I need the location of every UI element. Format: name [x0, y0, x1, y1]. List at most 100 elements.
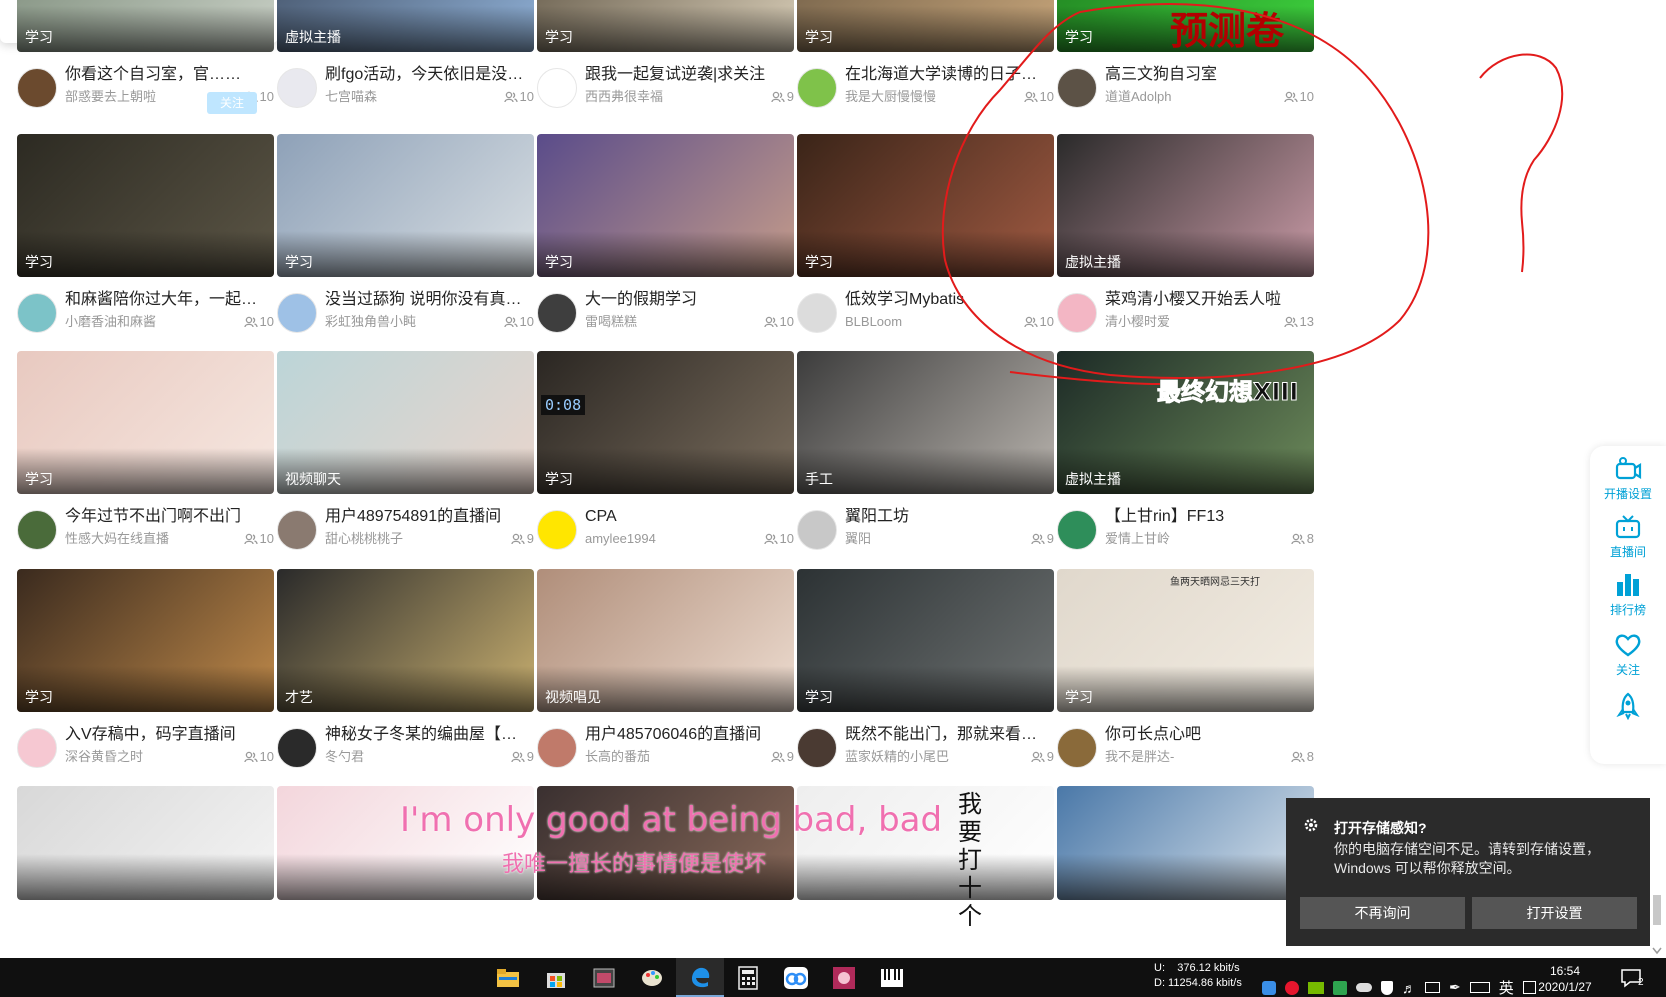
anchor-name[interactable]: amylee1994	[585, 530, 735, 548]
room-title[interactable]: 翼阳工坊	[845, 506, 1050, 528]
anchor-name[interactable]: 彩虹独角兽小盹	[325, 313, 475, 331]
stream-thumbnail[interactable]: 才艺	[277, 569, 534, 712]
live-room-card[interactable]: 手工 翼阳工坊 翼阳 9	[797, 351, 1054, 565]
avatar[interactable]	[17, 510, 57, 550]
avatar[interactable]	[537, 510, 577, 550]
anchor-name[interactable]: 爱情上甘岭	[1105, 530, 1255, 548]
anchor-name[interactable]: 性感大妈在线直播	[65, 530, 215, 548]
volume-icon[interactable]: ♬	[1402, 980, 1416, 996]
stream-thumbnail[interactable]: 学习	[537, 134, 794, 277]
avatar[interactable]	[17, 68, 57, 108]
avatar[interactable]	[537, 68, 577, 108]
stream-thumbnail[interactable]: 学习	[797, 0, 1054, 52]
room-title[interactable]: 今年过节不出门啊不出门	[65, 506, 270, 528]
taskbar-bilibili-app[interactable]	[820, 958, 868, 997]
weibo-icon[interactable]	[1285, 980, 1299, 995]
stream-thumbnail[interactable]: 虚拟主播	[1057, 134, 1314, 277]
network-icon[interactable]	[1425, 982, 1440, 993]
room-title[interactable]: 用户485706046的直播间	[585, 724, 790, 746]
anchor-name[interactable]: 部惑要去上朝啦	[65, 88, 215, 106]
live-room-card[interactable]: 学习 和麻酱陪你过大年，一起自… 小磨香油和麻酱 10	[17, 134, 274, 348]
live-room-card[interactable]: 学习 低效学习Mybatis BLBLoom 10	[797, 134, 1054, 348]
room-title[interactable]: 既然不能出门，那就来看我…	[845, 724, 1050, 746]
room-title[interactable]: 和麻酱陪你过大年，一起自…	[65, 289, 270, 311]
avatar[interactable]	[797, 68, 837, 108]
live-room-card[interactable]: 学习 CPA amylee1994 10	[537, 351, 794, 565]
room-title[interactable]: 【上甘rin】FF13	[1105, 506, 1310, 528]
live-room-card[interactable]: 虚拟主播 菜鸡清小樱又开始丢人啦 清小樱时爱 13	[1057, 134, 1314, 348]
follow-button[interactable]: 关注	[207, 92, 257, 114]
stream-thumbnail[interactable]: 学习	[1057, 569, 1314, 712]
stream-thumbnail[interactable]: 学习	[797, 134, 1054, 277]
security-shield-icon[interactable]	[1333, 980, 1347, 995]
avatar[interactable]	[277, 68, 317, 108]
room-title[interactable]: 没当过舔狗 说明你没有真…	[325, 289, 530, 311]
stream-thumbnail[interactable]: 学习	[277, 134, 534, 277]
avatar[interactable]	[17, 728, 57, 768]
stream-thumbnail[interactable]: 视频唱见	[537, 569, 794, 712]
stream-thumbnail[interactable]	[17, 786, 274, 900]
stream-thumbnail[interactable]: 虚拟主播	[277, 0, 534, 52]
anchor-name[interactable]: 清小樱时爱	[1105, 313, 1255, 331]
pen-icon[interactable]: ✒	[1449, 979, 1461, 996]
avatar[interactable]	[277, 510, 317, 550]
avatar[interactable]	[277, 293, 317, 333]
room-title[interactable]: 低效学习Mybatis	[845, 289, 1050, 311]
avatar[interactable]	[797, 510, 837, 550]
live-room-card[interactable]: 视频聊天 用户489754891的直播间 甜心桃桃桃子 9	[277, 351, 534, 565]
taskbar-piano-app[interactable]	[868, 958, 916, 997]
taskbar-calculator[interactable]	[724, 958, 772, 997]
open-settings-button[interactable]: 打开设置	[1472, 897, 1637, 929]
stream-thumbnail[interactable]: 学习	[537, 0, 794, 52]
defender-icon[interactable]	[1381, 980, 1393, 995]
avatar[interactable]	[1057, 510, 1097, 550]
live-room-card[interactable]: 学习 跟我一起复试逆袭|求关注 西西弗很幸福 9	[537, 0, 794, 123]
room-title[interactable]: 大一的假期学习	[585, 289, 790, 311]
onedrive-icon[interactable]	[1356, 983, 1372, 992]
anchor-name[interactable]: 长高的番茄	[585, 748, 735, 766]
avatar[interactable]	[17, 293, 57, 333]
stream-thumbnail[interactable]: 学习	[797, 569, 1054, 712]
room-title[interactable]: 高三文狗自习室	[1105, 64, 1310, 86]
live-room-card[interactable]: 学习 既然不能出门，那就来看我… 蓝家妖精的小尾巴 9	[797, 569, 1054, 783]
live-room-card[interactable]: 学习 没当过舔狗 说明你没有真… 彩虹独角兽小盹 10	[277, 134, 534, 348]
anchor-name[interactable]: 深谷黄昏之时	[65, 748, 215, 766]
stream-thumbnail[interactable]	[1057, 786, 1314, 900]
avatar[interactable]	[537, 728, 577, 768]
avatar[interactable]	[1057, 68, 1097, 108]
taskbar-edge[interactable]	[676, 958, 724, 997]
taskbar-photos[interactable]	[580, 958, 628, 997]
avatar[interactable]	[537, 293, 577, 333]
room-title[interactable]: 跟我一起复试逆袭|求关注	[585, 64, 790, 86]
live-room-card[interactable]: 才艺 神秘女子冬某的编曲屋【真… 冬勺君 9	[277, 569, 534, 783]
room-title[interactable]: CPA	[585, 506, 790, 528]
room-title[interactable]: 你看这个自习室，官……	[65, 64, 270, 86]
stream-thumbnail[interactable]: 视频聊天	[277, 351, 534, 494]
dont-ask-again-button[interactable]: 不再询问	[1300, 897, 1465, 929]
anchor-name[interactable]: 七宫喵森	[325, 88, 475, 106]
taskbar-paint[interactable]	[628, 958, 676, 997]
taskbar-store[interactable]	[532, 958, 580, 997]
room-title[interactable]: 菜鸡清小樱又开始丢人啦	[1105, 289, 1310, 311]
tray-app-icon[interactable]	[1262, 980, 1276, 995]
room-title[interactable]: 在北海道大学读博的日子（…	[845, 64, 1050, 86]
live-room-card[interactable]: 学习 入V存稿中，码字直播间 深谷黄昏之时 10	[17, 569, 274, 783]
avatar[interactable]	[1057, 293, 1097, 333]
live-room-card[interactable]: 学习 大一的假期学习 雷喝糕糕 10	[537, 134, 794, 348]
taskbar-file-explorer[interactable]	[484, 958, 532, 997]
action-center-button[interactable]: 2	[1620, 967, 1650, 997]
anchor-name[interactable]: 雷喝糕糕	[585, 313, 735, 331]
anchor-name[interactable]: 我不是胖达-	[1105, 748, 1255, 766]
stream-thumbnail[interactable]: 手工	[797, 351, 1054, 494]
avatar[interactable]	[797, 728, 837, 768]
live-room-card[interactable]: 虚拟主播 刷fgo活动，今天依旧是没… 七宫喵森 10	[277, 0, 534, 123]
clock[interactable]: 16:54 2020/1/27	[1530, 963, 1600, 997]
avatar[interactable]	[1057, 728, 1097, 768]
anchor-name[interactable]: 蓝家妖精的小尾巴	[845, 748, 995, 766]
stream-thumbnail[interactable]: 学习	[537, 351, 794, 494]
live-room-card[interactable]: 视频唱见 用户485706046的直播间 长高的番茄 9	[537, 569, 794, 783]
taskbar-baidu-netdisk[interactable]	[772, 958, 820, 997]
avatar[interactable]	[277, 728, 317, 768]
room-title[interactable]: 入V存稿中，码字直播间	[65, 724, 270, 746]
ime-indicator[interactable]: 英	[1499, 977, 1514, 997]
